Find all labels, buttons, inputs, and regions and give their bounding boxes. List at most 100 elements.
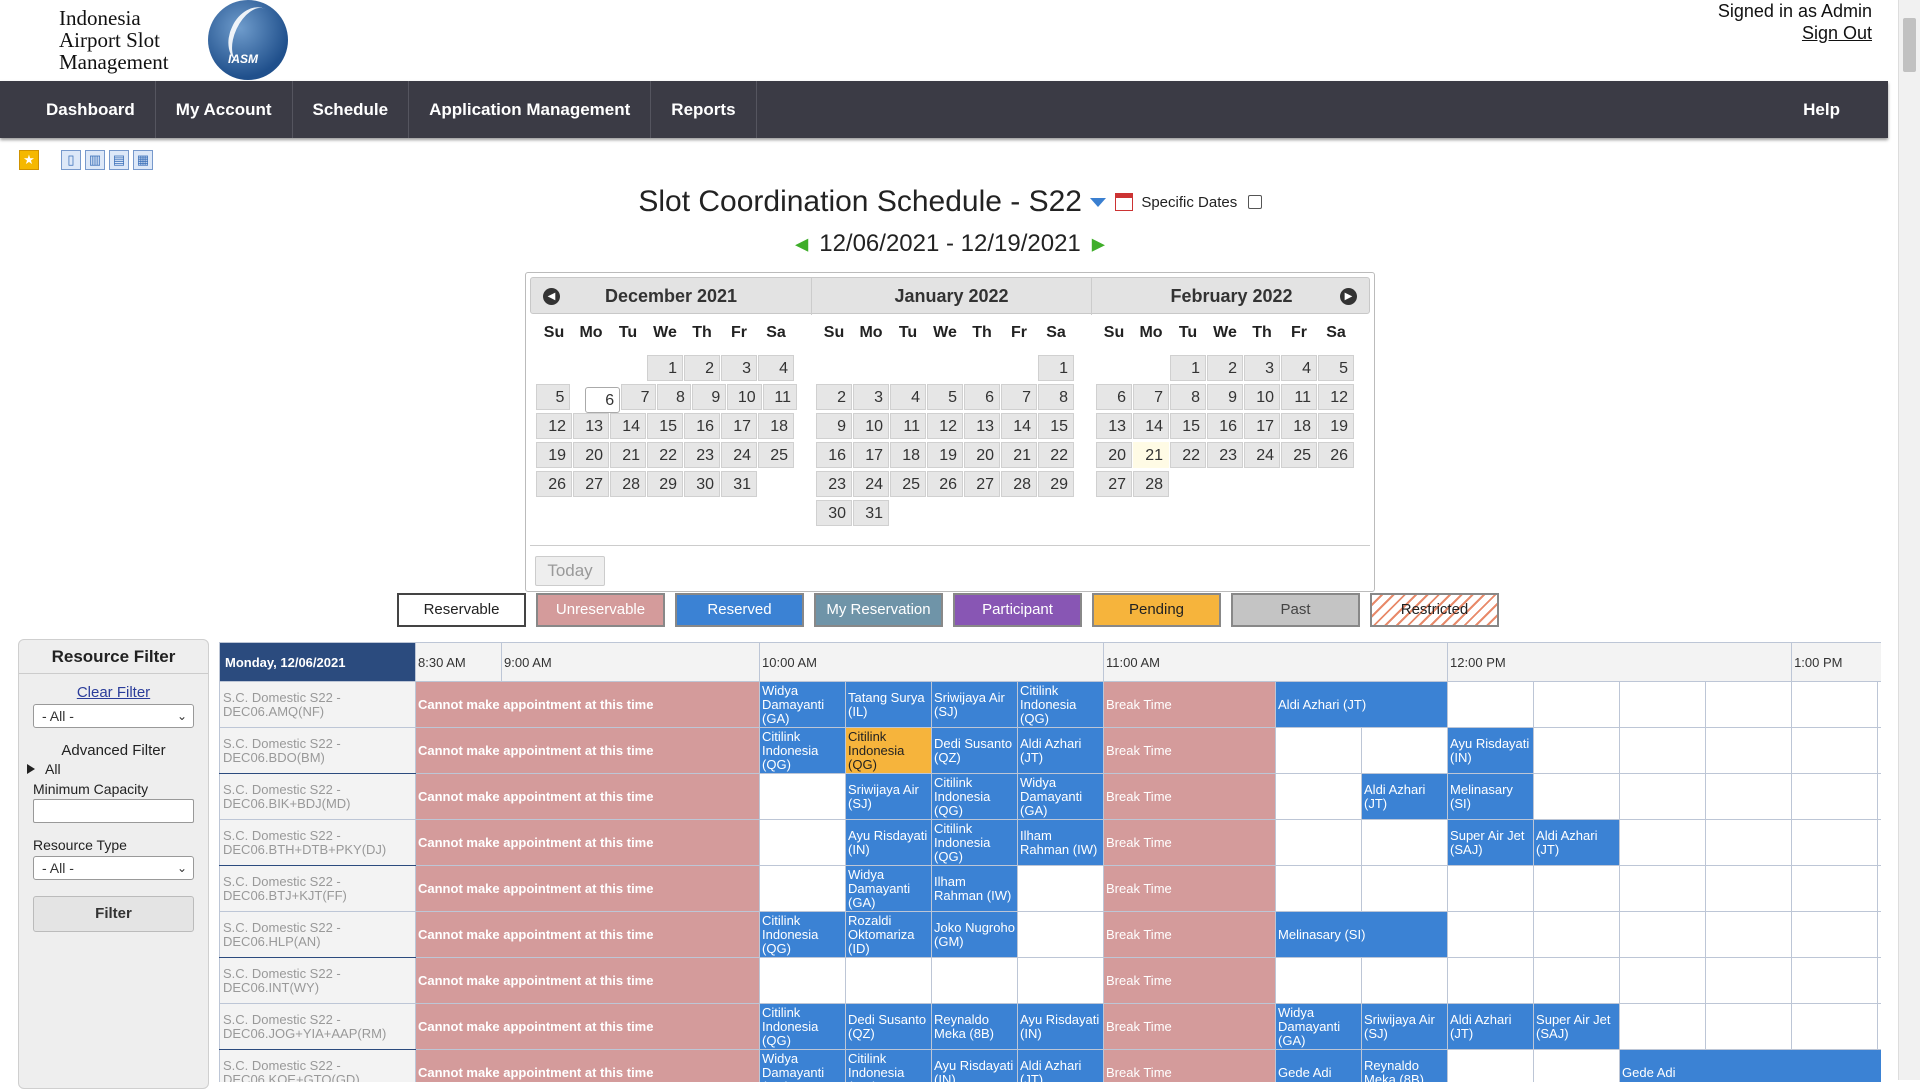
- reservable-slot[interactable]: [1275, 727, 1363, 774]
- calendar-day[interactable]: 1: [647, 355, 683, 381]
- reserved-slot[interactable]: Reynaldo Meka (8B): [1361, 1049, 1449, 1082]
- reserved-slot[interactable]: Widya Damayanti (GA): [845, 865, 933, 912]
- nav-dashboard[interactable]: Dashboard: [0, 81, 156, 138]
- expand-arrow-icon[interactable]: [27, 764, 35, 774]
- calendar-day[interactable]: 10: [727, 384, 762, 410]
- reserved-slot[interactable]: Citilink Indonesia (QG): [845, 1049, 933, 1082]
- reserved-slot[interactable]: Widya Damayanti (GA): [759, 1049, 847, 1082]
- calendar-day[interactable]: 4: [758, 355, 794, 381]
- reserved-slot[interactable]: Widya Damayanti (GA): [1275, 1003, 1363, 1050]
- calendar-day[interactable]: 6: [964, 384, 1000, 410]
- reserved-slot[interactable]: Joko Nugroho (GM): [931, 911, 1019, 958]
- reservable-slot[interactable]: [1447, 911, 1535, 958]
- calendar-day[interactable]: 21: [1133, 442, 1169, 468]
- reserved-slot[interactable]: Reynaldo Meka (8B): [931, 1003, 1019, 1050]
- calendar-day[interactable]: 7: [621, 384, 656, 410]
- calendar-day[interactable]: 21: [1001, 442, 1037, 468]
- reserved-slot[interactable]: Ayu Risdayati (IN): [845, 819, 933, 866]
- calendar-day[interactable]: 7: [1133, 384, 1169, 410]
- reservable-slot[interactable]: [1619, 911, 1707, 958]
- calendar-day[interactable]: 19: [1318, 413, 1354, 439]
- reservable-slot[interactable]: [759, 819, 847, 866]
- reservable-slot[interactable]: [931, 957, 1019, 1004]
- calendar-day[interactable]: 18: [1281, 413, 1317, 439]
- reservable-slot[interactable]: [1877, 727, 1881, 774]
- reservable-slot[interactable]: [1533, 865, 1621, 912]
- calendar-day[interactable]: 1: [1170, 355, 1206, 381]
- clear-filter-link[interactable]: Clear Filter: [19, 684, 208, 701]
- calendar-day[interactable]: 19: [536, 442, 572, 468]
- reservable-slot[interactable]: [1017, 865, 1105, 912]
- calendar-day[interactable]: 4: [1281, 355, 1317, 381]
- reservable-slot[interactable]: [1275, 773, 1363, 820]
- calendar-day[interactable]: 24: [721, 442, 757, 468]
- favorite-star-icon[interactable]: ★: [19, 150, 39, 170]
- next-range-arrow-icon[interactable]: ►: [1087, 232, 1109, 257]
- calendar-day[interactable]: 9: [691, 384, 727, 410]
- calendar-day[interactable]: 10: [1244, 384, 1280, 410]
- calendar-day[interactable]: 27: [1096, 471, 1132, 497]
- calendar-day[interactable]: 26: [536, 471, 572, 497]
- calendar-day[interactable]: 1: [1038, 355, 1074, 381]
- calendar-day[interactable]: 7: [1001, 384, 1037, 410]
- calendar-day[interactable]: 11: [1281, 384, 1317, 410]
- reserved-slot[interactable]: Sriwijaya Air (SJ): [1361, 1003, 1449, 1050]
- reservable-slot[interactable]: [1791, 957, 1879, 1004]
- calendar-day[interactable]: 28: [1001, 471, 1037, 497]
- reservable-slot[interactable]: [759, 865, 847, 912]
- reservable-slot[interactable]: [1705, 819, 1793, 866]
- calendar-day[interactable]: 15: [647, 413, 683, 439]
- calendar-day[interactable]: 16: [816, 442, 852, 468]
- calendar-day[interactable]: 11: [762, 384, 797, 410]
- nav-help[interactable]: Help: [1783, 81, 1888, 138]
- reservable-slot[interactable]: [1447, 865, 1535, 912]
- filter-button[interactable]: Filter: [33, 896, 194, 932]
- reserved-slot[interactable]: Citilink Indonesia (QG): [759, 727, 847, 774]
- reserved-slot[interactable]: Tatang Surya (IL): [845, 681, 933, 728]
- reservable-slot[interactable]: [1275, 819, 1363, 866]
- calendar-icon[interactable]: [1114, 193, 1133, 211]
- reserved-slot[interactable]: Aldi Azhari (JT): [1275, 681, 1449, 728]
- calendar-day[interactable]: 18: [890, 442, 926, 468]
- scrollbar-thumb[interactable]: [1903, 18, 1916, 72]
- calendar-day[interactable]: 16: [684, 413, 720, 439]
- calendar-day[interactable]: 6: [1096, 384, 1132, 410]
- reservable-slot[interactable]: [1877, 773, 1881, 820]
- calendar-day[interactable]: 16: [1207, 413, 1243, 439]
- resource-select[interactable]: - All - ⌄: [33, 704, 194, 728]
- calendar-day[interactable]: 11: [890, 413, 926, 439]
- reservable-slot[interactable]: [1705, 865, 1793, 912]
- reserved-slot[interactable]: Aldi Azhari (JT): [1017, 727, 1105, 774]
- reserved-slot[interactable]: Ayu Risdayati (IN): [1447, 727, 1535, 774]
- reservable-slot[interactable]: [1361, 819, 1449, 866]
- reservable-slot[interactable]: [1791, 911, 1879, 958]
- reservable-slot[interactable]: [1705, 911, 1793, 958]
- calendar-day[interactable]: 14: [1001, 413, 1037, 439]
- calendar-day[interactable]: 24: [853, 471, 889, 497]
- today-button[interactable]: Today: [535, 556, 605, 586]
- calendar-day[interactable]: 8: [1170, 384, 1206, 410]
- reservable-slot[interactable]: [1017, 957, 1105, 1004]
- calendar-day[interactable]: 8: [1038, 384, 1074, 410]
- tree-item-all[interactable]: All: [27, 761, 208, 777]
- reserved-slot[interactable]: Ilham Rahman (IW): [931, 865, 1019, 912]
- reserved-slot[interactable]: Sriwijaya Air (SJ): [931, 681, 1019, 728]
- calendar-day[interactable]: 12: [1318, 384, 1354, 410]
- calendar-day[interactable]: 20: [964, 442, 1000, 468]
- calendar-day[interactable]: 8: [656, 384, 691, 410]
- calendar-day[interactable]: 24: [1244, 442, 1280, 468]
- calendar-day[interactable]: 15: [1038, 413, 1074, 439]
- reservable-slot[interactable]: [845, 957, 933, 1004]
- reservable-slot[interactable]: [1275, 865, 1363, 912]
- calendar-day[interactable]: 22: [1170, 442, 1206, 468]
- calendar-day[interactable]: 2: [816, 384, 852, 410]
- reserved-slot[interactable]: Citilink Indonesia (QG): [1017, 681, 1105, 728]
- reservable-slot[interactable]: [1705, 957, 1793, 1004]
- reservable-slot[interactable]: [1533, 727, 1621, 774]
- calendar-day[interactable]: 5: [536, 384, 571, 410]
- reservable-slot[interactable]: [1447, 957, 1535, 1004]
- reserved-slot[interactable]: Melinasary (SI): [1447, 773, 1535, 820]
- reserved-slot[interactable]: Ilham Rahman (IW): [1017, 819, 1105, 866]
- nav-schedule[interactable]: Schedule: [293, 81, 410, 138]
- reservable-slot[interactable]: [1619, 865, 1707, 912]
